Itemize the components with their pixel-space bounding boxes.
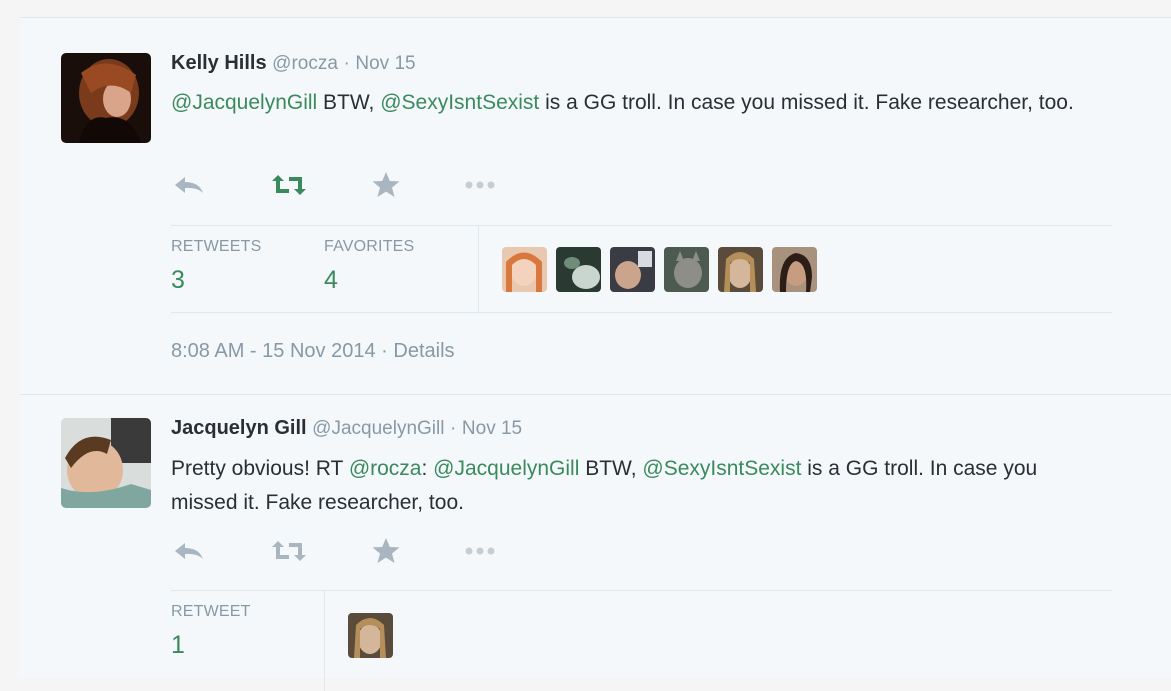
tweet-actions	[171, 170, 531, 200]
retweets-label: RETWEET	[171, 603, 251, 620]
retweeter-avatars	[348, 613, 393, 658]
user-avatar[interactable]	[772, 247, 817, 292]
separator: ·	[450, 418, 457, 439]
tweet-text-part: is a GG troll. In case you missed it. Fa…	[539, 91, 1074, 114]
tweet-header: Jacquelyn Gill @JacquelynGill · Nov 15	[171, 417, 522, 440]
fullname[interactable]: Jacquelyn Gill	[171, 417, 307, 439]
username[interactable]: @rocza	[272, 53, 338, 74]
favorites-label: FAVORITES	[324, 238, 415, 255]
tweet-jacquelyn-gill: Jacquelyn Gill @JacquelynGill · Nov 15 P…	[20, 395, 1171, 691]
tweet-text: Pretty obvious! RT @rocza: @JacquelynGil…	[171, 452, 1091, 520]
tweet-time[interactable]: Nov 15	[462, 418, 522, 439]
more-icon[interactable]	[464, 170, 496, 200]
stats-divider	[478, 226, 479, 312]
username[interactable]: @JacquelynGill	[312, 418, 444, 439]
tweet-kelly-hills: Kelly Hills @rocza · Nov 15 @JacquelynGi…	[20, 18, 1171, 395]
retweets-label: RETWEETS	[171, 238, 262, 255]
favorite-icon[interactable]	[371, 170, 401, 200]
details-link[interactable]: Details	[393, 340, 454, 362]
stats-divider	[324, 591, 325, 691]
mention-link[interactable]: @JacquelynGill	[171, 91, 317, 114]
timestamp: 8:08 AM - 15 Nov 2014	[171, 340, 376, 362]
mention-link[interactable]: @SexyIsntSexist	[380, 91, 539, 114]
reply-icon[interactable]	[173, 536, 207, 566]
retweets-count: 1	[171, 631, 185, 659]
tweet-text-part: BTW,	[317, 91, 381, 114]
tweet-stats: RETWEETS 3 FAVORITES 4	[171, 225, 1112, 313]
user-avatar[interactable]	[718, 247, 763, 292]
favorite-icon[interactable]	[371, 536, 401, 566]
fullname[interactable]: Kelly Hills	[171, 52, 267, 74]
tweet-actions	[171, 536, 531, 566]
user-avatar[interactable]	[348, 613, 393, 658]
user-avatar[interactable]	[502, 247, 547, 292]
user-avatar[interactable]	[610, 247, 655, 292]
tweet-text: @JacquelynGill BTW, @SexyIsntSexist is a…	[171, 86, 1091, 120]
favoriter-avatars	[502, 247, 817, 292]
retweet-icon[interactable]	[269, 170, 309, 200]
tweet-stream: Kelly Hills @rocza · Nov 15 @JacquelynGi…	[20, 17, 1171, 691]
tweet-time[interactable]: Nov 15	[355, 53, 415, 74]
mention-link[interactable]: @rocza	[349, 457, 422, 480]
reply-icon[interactable]	[173, 170, 207, 200]
user-avatar[interactable]	[664, 247, 709, 292]
retweets-stat[interactable]: RETWEETS 3	[171, 238, 262, 295]
tweet-text-part: Pretty obvious! RT	[171, 457, 349, 480]
tweet-text-part: BTW,	[579, 457, 643, 480]
retweets-stat[interactable]: RETWEET 1	[171, 603, 251, 660]
avatar[interactable]	[61, 53, 151, 143]
retweets-count: 3	[171, 266, 185, 294]
mention-link[interactable]: @JacquelynGill	[433, 457, 579, 480]
tweet-stats: RETWEET 1	[171, 590, 1112, 691]
more-icon[interactable]	[464, 536, 496, 566]
user-avatar[interactable]	[556, 247, 601, 292]
tweet-timestamp-row: 8:08 AM - 15 Nov 2014 · Details	[171, 340, 455, 363]
favorites-stat[interactable]: FAVORITES 4	[324, 238, 414, 295]
mention-link[interactable]: @SexyIsntSexist	[642, 457, 801, 480]
separator: ·	[381, 340, 388, 362]
favorites-count: 4	[324, 266, 338, 294]
separator: ·	[343, 53, 350, 74]
avatar[interactable]	[61, 418, 151, 508]
tweet-header: Kelly Hills @rocza · Nov 15	[171, 52, 416, 75]
retweet-icon[interactable]	[269, 536, 309, 566]
tweet-text-part: :	[421, 457, 434, 480]
